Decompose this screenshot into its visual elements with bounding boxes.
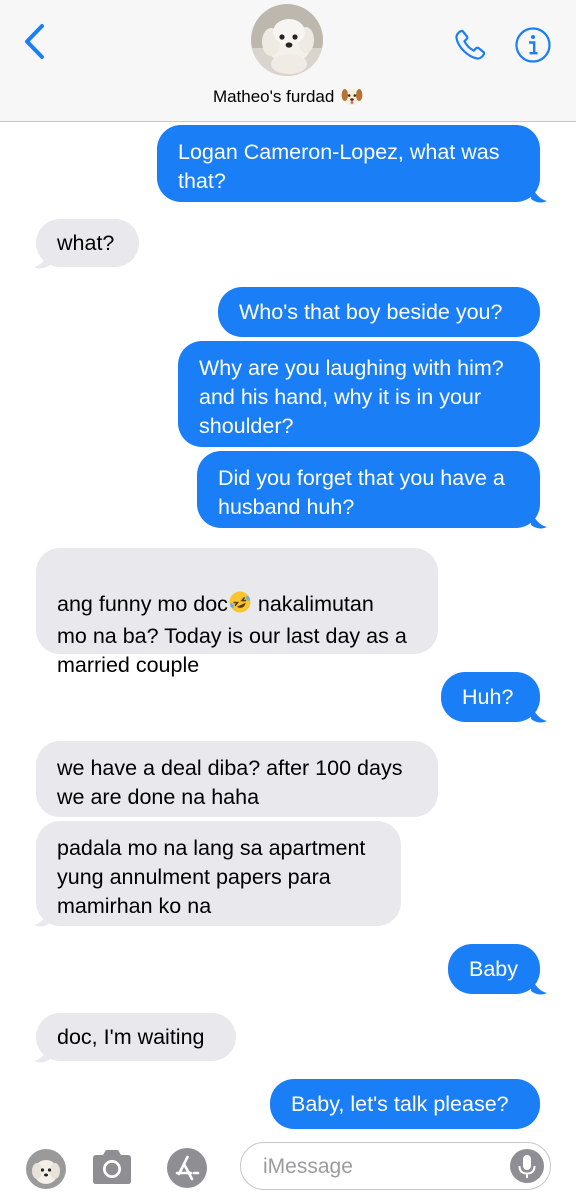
message-bubble-received[interactable]: padala mo na lang sa apartment yung annu… — [36, 821, 401, 926]
message-bubble-sent[interactable]: Baby, let's talk please? — [270, 1079, 540, 1129]
puppy-face-emoji — [341, 86, 363, 111]
message-bubble-received[interactable]: what? — [36, 219, 139, 267]
message-bubble-sent[interactable]: Did you forget that you have a husband h… — [197, 451, 540, 528]
message-text: ang funny mo doc — [57, 592, 228, 616]
rolling-laughing-emoji — [228, 590, 252, 622]
microphone-button[interactable] — [508, 1147, 546, 1185]
bubble-tail-sent — [531, 508, 547, 529]
message-bubble-sent[interactable]: Logan Cameron-Lopez, what was that? — [157, 125, 540, 202]
app-store-button[interactable] — [165, 1146, 209, 1190]
contact-name-text: Matheo's furdad — [212, 87, 335, 106]
bubble-tail-sent — [531, 702, 547, 723]
my-avatar[interactable] — [26, 1149, 66, 1189]
message-bubble-sent[interactable]: Baby — [448, 944, 540, 994]
conversation-header: Matheo's furdad — [0, 0, 576, 122]
microphone-icon — [510, 1149, 544, 1183]
phone-icon — [455, 29, 486, 60]
message-input[interactable] — [261, 1151, 495, 1183]
contact-name[interactable]: Matheo's furdad — [0, 86, 576, 111]
info-button[interactable] — [514, 26, 552, 64]
bubble-tail-received — [34, 1042, 50, 1063]
back-button[interactable] — [18, 22, 54, 62]
message-bubble-sent[interactable]: Huh? — [441, 672, 540, 722]
camera-button[interactable] — [89, 1144, 135, 1190]
dog-avatar-image — [251, 4, 323, 76]
app-store-icon — [167, 1148, 207, 1188]
camera-icon — [93, 1150, 131, 1184]
dog-avatar-image — [26, 1149, 66, 1189]
message-input-box[interactable] — [240, 1142, 551, 1190]
bubble-tail-received — [34, 248, 50, 269]
contact-avatar[interactable] — [251, 4, 323, 76]
composer-bar — [0, 1130, 576, 1200]
bubble-tail-received — [34, 906, 50, 927]
message-bubble-received[interactable]: we have a deal diba? after 100 days we a… — [36, 741, 438, 817]
bubble-tail-sent — [531, 182, 547, 203]
message-bubble-received[interactable]: ang funny mo doc nakalimutan mo na ba? T… — [36, 548, 438, 677]
call-button[interactable] — [452, 27, 488, 63]
chevron-left-icon — [25, 24, 44, 59]
message-bubble-sent[interactable]: Why are you laughing with him? and his h… — [178, 341, 540, 447]
message-bubble-sent[interactable]: Who's that boy beside you? — [218, 287, 540, 337]
bubble-tail-sent — [531, 974, 547, 995]
messages-screen: Matheo's furdad Logan Cameron-Lopez, wha… — [0, 0, 576, 1200]
message-bubble-received[interactable]: doc, I'm waiting — [36, 1013, 236, 1061]
info-icon — [515, 27, 551, 63]
